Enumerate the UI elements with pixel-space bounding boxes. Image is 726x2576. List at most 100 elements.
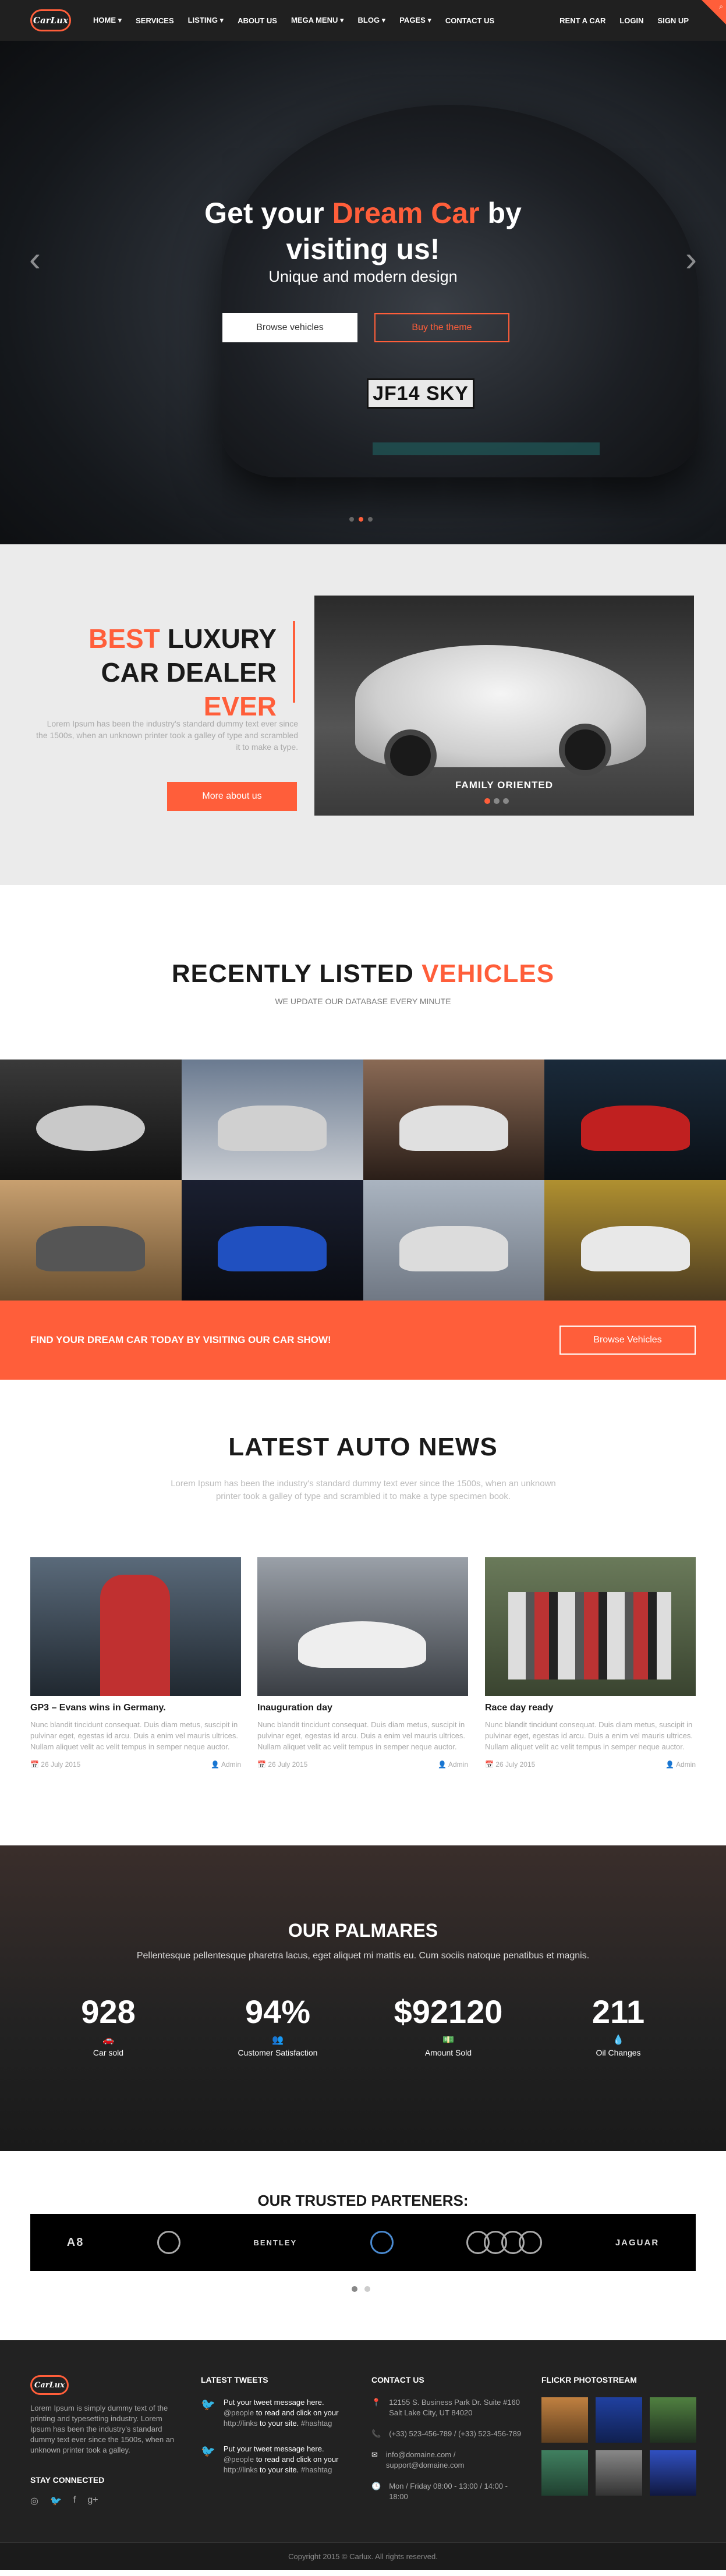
logo[interactable]: CarLux [30, 9, 71, 31]
stat-satisfaction: 94% 👥 Customer Satisfaction [208, 1993, 348, 2057]
flickr-thumb[interactable] [650, 2450, 696, 2496]
news-author[interactable]: 👤 Admin [665, 1760, 696, 1769]
news-image[interactable] [257, 1557, 468, 1696]
twitter-icon[interactable]: 🐦 [50, 2495, 62, 2507]
license-plate: JF14 SKY [367, 378, 474, 409]
news-card[interactable]: GP3 – Evans wins in Germany. Nunc blandi… [30, 1557, 241, 1769]
brand-logo[interactable] [157, 2231, 180, 2254]
slider-dot[interactable] [359, 517, 363, 522]
news-card-title[interactable]: Race day ready [485, 1703, 696, 1713]
google-plus-icon[interactable]: g+ [87, 2495, 98, 2507]
search-toggle[interactable]: ⌕ [702, 0, 726, 24]
vehicle-tile[interactable] [544, 1060, 726, 1180]
footer-about-text: Lorem Ipsum is simply dummy text of the … [30, 2404, 175, 2454]
phone-icon: 📞 [371, 2429, 381, 2438]
vehicle-tile[interactable] [181, 1060, 363, 1180]
news-image[interactable] [30, 1557, 241, 1696]
audi-a8-logo[interactable]: A8 [67, 2236, 84, 2249]
hero-subtitle: Unique and modern design [268, 268, 458, 285]
menu-blog[interactable]: BLOG ▾ [351, 16, 393, 25]
tweet-text: Put your tweet message here. @people to … [223, 2398, 339, 2428]
jaguar-logo[interactable]: JAGUAR [615, 2238, 659, 2248]
menu-services[interactable]: SERVICES [129, 16, 181, 25]
vehicle-tile[interactable] [0, 1060, 182, 1180]
promo-text: FIND YOUR DREAM CAR TODAY BY VISITING OU… [30, 1334, 331, 1345]
bentley-logo[interactable]: BENTLEY [253, 2238, 297, 2247]
footer-flickr: FLICKR PHOTOSTREAM [541, 2375, 699, 2496]
signup-link[interactable]: SIGN UP [651, 16, 696, 25]
news-card[interactable]: Race day ready Nunc blandit tincidunt co… [485, 1557, 696, 1769]
about-text: Lorem Ipsum has been the industry's stan… [36, 719, 298, 752]
user-menu: RENT A CAR LOGIN SIGN UP [553, 16, 696, 25]
news-card[interactable]: Inauguration day Nunc blandit tincidunt … [257, 1557, 468, 1769]
palmares-lead: Pellentesque pellentesque pharetra lacus… [136, 1951, 590, 1961]
news-title: LATEST AUTO NEWS [228, 1433, 498, 1461]
vehicle-tile[interactable] [0, 1180, 182, 1301]
news-card-text: Nunc blandit tincidunt consequat. Duis d… [30, 1720, 238, 1751]
audi-rings-logo[interactable] [466, 2231, 543, 2254]
slider-dots [349, 517, 373, 522]
flickr-thumb[interactable] [541, 2450, 588, 2496]
buy-theme-button[interactable]: Buy the theme [374, 313, 509, 342]
vehicle-tile[interactable] [544, 1180, 726, 1301]
rent-car-link[interactable]: RENT A CAR [553, 16, 612, 25]
news-section: LATEST AUTO NEWS Lorem Ipsum has been th… [0, 1380, 726, 1845]
about-image: FAMILY ORIENTED [314, 596, 694, 816]
footer-about: CarLux Lorem Ipsum is simply dummy text … [30, 2375, 182, 2507]
accent-divider [293, 621, 295, 703]
news-card-title[interactable]: Inauguration day [257, 1703, 468, 1713]
browse-vehicles-button[interactable]: Browse vehicles [222, 313, 357, 342]
image-caption: FAMILY ORIENTED [455, 779, 554, 791]
promo-banner: FIND YOUR DREAM CAR TODAY BY VISITING OU… [0, 1301, 726, 1380]
news-image[interactable] [485, 1557, 696, 1696]
map-marker-icon: 📍 [371, 2398, 381, 2407]
flickr-thumb[interactable] [596, 2397, 642, 2443]
news-lead: Lorem Ipsum has been the industry's stan… [171, 1479, 556, 1501]
browse-vehicles-promo-button[interactable]: Browse Vehicles [559, 1326, 696, 1355]
tweet-item: 🐦 Put your tweet message here. @people t… [201, 2444, 352, 2475]
carousel-dot[interactable] [352, 2286, 357, 2292]
facebook-icon[interactable]: f [73, 2495, 76, 2507]
flickr-thumb[interactable] [541, 2397, 588, 2443]
contact-title: CONTACT US [371, 2375, 424, 2384]
contact-email[interactable]: ✉ info@domaine.com / support@domaine.com [371, 2450, 523, 2471]
twitter-icon: 🐦 [201, 2398, 215, 2411]
image-dot[interactable] [503, 798, 509, 804]
news-author[interactable]: 👤 Admin [211, 1760, 241, 1769]
slider-dot[interactable] [368, 517, 373, 522]
carousel-dot[interactable] [364, 2286, 370, 2292]
news-author[interactable]: 👤 Admin [438, 1760, 468, 1769]
menu-contact[interactable]: CONTACT US [438, 16, 501, 25]
stay-connected-title: STAY CONNECTED [30, 2475, 105, 2485]
search-icon: ⌕ [719, 2, 723, 10]
news-date: 📅 26 July 2015 [257, 1760, 308, 1769]
vehicle-tile[interactable] [363, 1060, 545, 1180]
menu-pages[interactable]: PAGES ▾ [392, 16, 438, 25]
footer-logo[interactable]: CarLux [30, 2375, 69, 2395]
image-dot[interactable] [494, 798, 500, 804]
contact-address: 📍 12155 S. Business Park Dr. Suite #160 S… [371, 2398, 520, 2417]
envelope-icon: ✉ [371, 2450, 378, 2459]
menu-mega[interactable]: MEGA MENU ▾ [284, 16, 351, 25]
image-dot[interactable] [484, 798, 490, 804]
github-icon[interactable]: ◎ [30, 2495, 38, 2507]
bmw-logo[interactable] [370, 2231, 394, 2254]
flickr-grid [541, 2397, 699, 2496]
partners-section: OUR TRUSTED PARTENERS: A8 BENTLEY JAGUAR [0, 2151, 726, 2340]
vehicles-title: RECENTLY LISTED VEHICLES [171, 959, 555, 988]
menu-home[interactable]: HOME ▾ [86, 16, 129, 25]
news-card-title[interactable]: GP3 – Evans wins in Germany. [30, 1703, 241, 1713]
news-card-text: Nunc blandit tincidunt consequat. Duis d… [485, 1720, 693, 1751]
news-card-text: Nunc blandit tincidunt consequat. Duis d… [257, 1720, 465, 1751]
vehicles-tagline: WE UPDATE OUR DATABASE EVERY MINUTE [275, 997, 451, 1006]
menu-about[interactable]: ABOUT US [231, 16, 284, 25]
vehicle-tile[interactable] [181, 1180, 363, 1301]
flickr-thumb[interactable] [650, 2397, 696, 2443]
login-link[interactable]: LOGIN [612, 16, 650, 25]
partners-logo-strip: A8 BENTLEY JAGUAR [30, 2214, 696, 2271]
menu-listing[interactable]: LISTING ▾ [181, 16, 231, 25]
slider-dot[interactable] [349, 517, 354, 522]
vehicle-tile[interactable] [363, 1180, 545, 1301]
more-about-button[interactable]: More about us [167, 782, 297, 811]
flickr-thumb[interactable] [596, 2450, 642, 2496]
